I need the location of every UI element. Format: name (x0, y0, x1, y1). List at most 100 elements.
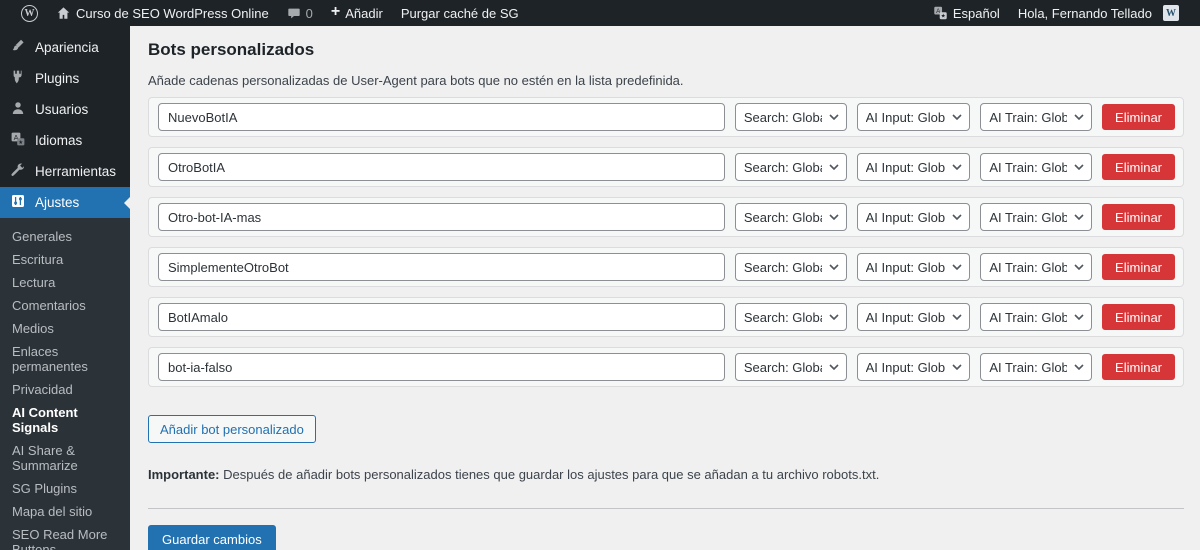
submenu-ai-content-signals[interactable]: AI Content Signals (0, 401, 130, 439)
save-changes-button[interactable]: Guardar cambios (148, 525, 276, 550)
admin-sidebar: Apariencia Plugins Usuarios A★ Idiomas H… (0, 26, 130, 550)
important-note-label: Importante: (148, 467, 220, 482)
delete-bot-button[interactable]: Eliminar (1102, 354, 1175, 380)
ai-input-select[interactable]: AI Input: Global (857, 153, 971, 181)
sidebar-item-apariencia[interactable]: Apariencia (0, 32, 130, 63)
delete-bot-button[interactable]: Eliminar (1102, 104, 1175, 130)
brush-icon (10, 38, 26, 57)
bot-name-input[interactable] (158, 253, 725, 281)
bot-name-input[interactable] (158, 153, 725, 181)
divider (148, 508, 1184, 509)
wrench-icon (10, 162, 26, 181)
account-menu[interactable]: Hola, Fernando Tellado W (1009, 5, 1188, 21)
delete-bot-button[interactable]: Eliminar (1102, 204, 1175, 230)
submenu-lectura[interactable]: Lectura (0, 271, 130, 294)
ai-train-select-wrap: AI Train: Global (980, 303, 1092, 331)
sidebar-item-herramientas[interactable]: Herramientas (0, 156, 130, 187)
translate-icon: A★ (933, 6, 948, 20)
bot-row: Search: Global AI Input: Global AI Train… (148, 147, 1184, 187)
ai-input-select[interactable]: AI Input: Global (857, 253, 971, 281)
ai-train-select-wrap: AI Train: Global (980, 103, 1092, 131)
sidebar-item-label: Apariencia (35, 40, 99, 55)
submenu-medios[interactable]: Medios (0, 317, 130, 340)
ai-train-select-wrap: AI Train: Global (980, 353, 1092, 381)
search-select-wrap: Search: Global (735, 153, 847, 181)
site-name-link[interactable]: Curso de SEO WordPress Online (47, 0, 278, 26)
submenu-comentarios[interactable]: Comentarios (0, 294, 130, 317)
ai-train-select[interactable]: AI Train: Global (980, 303, 1092, 331)
ai-train-select-wrap: AI Train: Global (980, 253, 1092, 281)
ai-input-select-wrap: AI Input: Global (857, 353, 971, 381)
search-select[interactable]: Search: Global (735, 153, 847, 181)
ai-input-select[interactable]: AI Input: Global (857, 303, 971, 331)
settings-icon (10, 193, 26, 212)
submenu-ai-share-summarize[interactable]: AI Share & Summarize (0, 439, 130, 477)
sidebar-item-label: Herramientas (35, 164, 116, 179)
main-content: Bots personalizados Añade cadenas person… (130, 26, 1200, 550)
sidebar-item-plugins[interactable]: Plugins (0, 63, 130, 94)
new-content-label: Añadir (345, 6, 383, 21)
page-title: Bots personalizados (148, 40, 1184, 60)
sidebar-item-label: Plugins (35, 71, 79, 86)
plus-icon: + (331, 4, 340, 20)
ai-train-select[interactable]: AI Train: Global (980, 203, 1092, 231)
greeting-label: Hola, Fernando Tellado (1018, 6, 1152, 21)
search-select[interactable]: Search: Global (735, 103, 847, 131)
bot-row: Search: Global AI Input: Global AI Train… (148, 197, 1184, 237)
submenu-generales[interactable]: Generales (0, 225, 130, 248)
bot-row: Search: Global AI Input: Global AI Train… (148, 97, 1184, 137)
delete-bot-button[interactable]: Eliminar (1102, 254, 1175, 280)
comment-icon (287, 7, 301, 20)
search-select-wrap: Search: Global (735, 353, 847, 381)
ai-train-select-wrap: AI Train: Global (980, 153, 1092, 181)
bot-name-input[interactable] (158, 203, 725, 231)
svg-text:★: ★ (18, 139, 23, 146)
admin-bar-right: A★ Español Hola, Fernando Tellado W (924, 5, 1188, 21)
search-select-wrap: Search: Global (735, 203, 847, 231)
submenu-escritura[interactable]: Escritura (0, 248, 130, 271)
search-select[interactable]: Search: Global (735, 253, 847, 281)
bot-name-input[interactable] (158, 353, 725, 381)
delete-bot-button[interactable]: Eliminar (1102, 304, 1175, 330)
sidebar-item-idiomas[interactable]: A★ Idiomas (0, 125, 130, 156)
sidebar-item-ajustes[interactable]: Ajustes (0, 187, 130, 218)
search-select[interactable]: Search: Global (735, 353, 847, 381)
submenu-mapa-del-sitio[interactable]: Mapa del sitio (0, 500, 130, 523)
ai-input-select[interactable]: AI Input: Global (857, 103, 971, 131)
submenu-privacidad[interactable]: Privacidad (0, 378, 130, 401)
submenu-sg-plugins[interactable]: SG Plugins (0, 477, 130, 500)
ai-input-select-wrap: AI Input: Global (857, 153, 971, 181)
ai-train-select[interactable]: AI Train: Global (980, 103, 1092, 131)
search-select-wrap: Search: Global (735, 103, 847, 131)
submenu-enlaces-permanentes[interactable]: Enlaces permanentes (0, 340, 130, 378)
delete-bot-button[interactable]: Eliminar (1102, 154, 1175, 180)
avatar: W (1163, 5, 1179, 21)
page-description: Añade cadenas personalizadas de User-Age… (148, 73, 1184, 88)
bot-name-input[interactable] (158, 303, 725, 331)
ai-input-select-wrap: AI Input: Global (857, 203, 971, 231)
bot-name-input[interactable] (158, 103, 725, 131)
wordpress-logo-icon: W (21, 5, 38, 22)
wp-logo-menu[interactable]: W (12, 0, 47, 26)
purge-cache-link[interactable]: Purgar caché de SG (392, 0, 528, 26)
ai-input-select[interactable]: AI Input: Global (857, 203, 971, 231)
search-select[interactable]: Search: Global (735, 203, 847, 231)
ai-train-select[interactable]: AI Train: Global (980, 153, 1092, 181)
plugin-icon (10, 69, 26, 88)
ai-train-select[interactable]: AI Train: Global (980, 353, 1092, 381)
comments-count: 0 (306, 6, 313, 21)
translate-icon: A★ (10, 131, 26, 150)
sidebar-item-usuarios[interactable]: Usuarios (0, 94, 130, 125)
ai-train-select[interactable]: AI Train: Global (980, 253, 1092, 281)
search-select[interactable]: Search: Global (735, 303, 847, 331)
ai-input-select[interactable]: AI Input: Global (857, 353, 971, 381)
comments-link[interactable]: 0 (278, 0, 322, 26)
ai-input-select-wrap: AI Input: Global (857, 253, 971, 281)
ai-input-select-wrap: AI Input: Global (857, 303, 971, 331)
svg-text:★: ★ (941, 14, 946, 20)
new-content-link[interactable]: + Añadir (322, 0, 392, 26)
submenu-seo-read-more-buttons[interactable]: SEO Read More Buttons (0, 523, 130, 550)
add-custom-bot-button[interactable]: Añadir bot personalizado (148, 415, 316, 443)
bot-row: Search: Global AI Input: Global AI Train… (148, 347, 1184, 387)
language-switcher[interactable]: A★ Español (924, 6, 1009, 21)
